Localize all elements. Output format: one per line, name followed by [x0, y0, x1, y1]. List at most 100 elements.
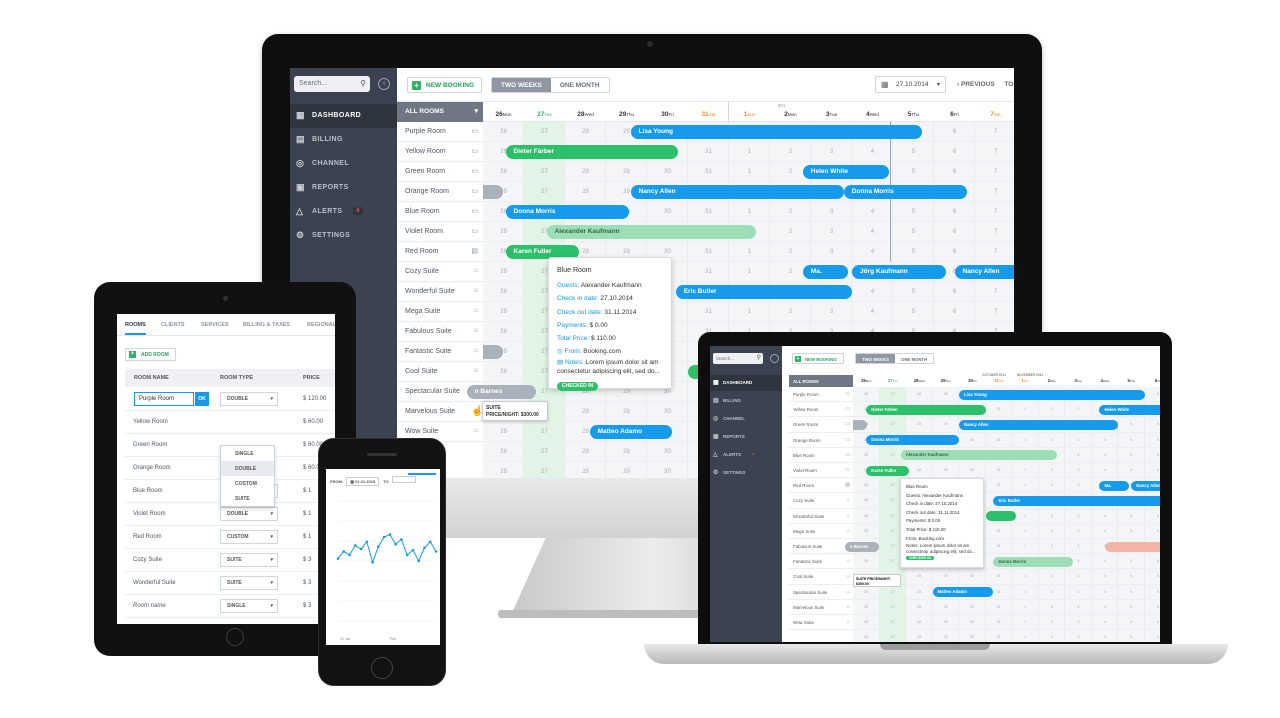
calendar-cell[interactable]: 26 [483, 162, 524, 182]
laptop-sidebar-item-channel[interactable]: ◎ CHANNEL [710, 411, 782, 427]
calendar-cell[interactable]: 28 [565, 182, 606, 202]
calendar-cell[interactable]: 6 [1144, 554, 1160, 570]
booking-bar[interactable]: Donna Morris [505, 205, 629, 219]
calendar-cell[interactable]: 31 [985, 524, 1012, 539]
calendar-cell[interactable]: 2 [770, 302, 811, 322]
calendar-cell[interactable]: 5 [893, 202, 934, 222]
dropdown-option-single[interactable]: SINGLE [221, 446, 274, 461]
calendar-cell[interactable]: 4 [1091, 433, 1118, 448]
calendar-cell[interactable]: 6 [934, 222, 975, 242]
room-name-input[interactable]: Purple Room [134, 392, 194, 406]
calendar-cell[interactable]: 6 [1144, 509, 1160, 524]
laptop-booking-bar-stub[interactable] [853, 419, 867, 430]
data-point[interactable] [371, 560, 374, 564]
one-month-tab[interactable]: ONE MONTH [551, 78, 609, 92]
table-row[interactable]: Purple Room OK DOUBLE ▾ $ 120.00 [125, 388, 335, 411]
previous-button[interactable]: ‹ PREVIOUS TO [957, 81, 1013, 88]
laptop-room-row[interactable]: Mega Suite ⌂ [789, 524, 853, 539]
data-point[interactable] [411, 548, 415, 552]
search-icon[interactable]: ⚲ [360, 79, 366, 88]
laptop-booking-bar-stub[interactable] [1104, 541, 1160, 552]
calendar-cell[interactable]: 6 [1144, 615, 1160, 631]
calendar-cell[interactable]: 1 [1012, 402, 1039, 418]
calendar-cell[interactable]: 31 [688, 242, 729, 262]
calendar-cell[interactable]: 26 [853, 554, 880, 570]
calendar-cell[interactable]: 6 [1144, 463, 1160, 479]
calendar-cell[interactable]: 5 [1118, 524, 1145, 539]
calendar-cell[interactable]: 4 [1091, 524, 1118, 539]
tab-services[interactable]: SERVICES [201, 322, 229, 328]
calendar-cell[interactable]: 28 [565, 402, 606, 422]
calendar-cell[interactable]: 3 [1065, 478, 1092, 494]
calendar-cell[interactable]: 30 [959, 569, 986, 585]
laptop-room-row[interactable]: Marvelous Suite ⌂ [789, 600, 853, 615]
data-point[interactable] [377, 545, 380, 548]
calendar-cell[interactable]: 27 [524, 182, 565, 202]
new-booking-button[interactable]: + NEW BOOKING [407, 77, 482, 93]
calendar-cell[interactable]: 5 [1118, 600, 1145, 615]
tab-clients[interactable]: CLIENTS [161, 322, 185, 328]
tab-billing-taxes[interactable]: BILLING & TAXES [243, 322, 290, 328]
calendar-cell[interactable]: 1 [1012, 600, 1039, 615]
collapse-sidebar-icon[interactable] [770, 354, 779, 363]
room-row[interactable]: Purple Room ▭ [397, 122, 483, 142]
calendar-cell[interactable]: 27 [880, 630, 907, 642]
calendar-cell[interactable]: 29 [932, 387, 959, 403]
calendar-cell[interactable]: 2 [1038, 433, 1065, 448]
laptop-booking-bar[interactable]: Nancy Allen [959, 419, 1118, 430]
calendar-cell[interactable]: 26 [483, 362, 524, 382]
calendar-cell[interactable]: 5 [1118, 554, 1145, 570]
laptop-room-row[interactable]: Orange Room ▭ [789, 433, 853, 448]
calendar-cell[interactable]: 3 [811, 202, 852, 222]
table-row[interactable]: Red Room CUSTOM ▾ $ 1 [125, 526, 335, 549]
calendar-cell[interactable]: 26 [853, 493, 880, 509]
calendar-cell[interactable]: 26 [853, 615, 880, 631]
calendar-cell[interactable]: 2 [1038, 600, 1065, 615]
calendar-cell[interactable]: 30 [959, 600, 986, 615]
checked-in-badge[interactable]: CHECKED IN [557, 382, 599, 392]
booking-bar[interactable]: Lisa Young [630, 125, 922, 139]
booking-bar[interactable]: Donna Morris [843, 185, 967, 199]
one-month-tab[interactable]: ONE MONTH [895, 354, 933, 363]
calendar-cell[interactable]: 31 [985, 569, 1012, 585]
booking-bar[interactable]: Alexander Kaufmann [546, 225, 756, 239]
laptop-all-rooms-filter[interactable]: ALL ROOMS [789, 375, 853, 387]
table-row[interactable]: Room name SINGLE ▾ $ 3 [125, 595, 335, 618]
calendar-cell[interactable]: 26 [483, 302, 524, 322]
laptop-room-row[interactable]: Red Room ▤ [789, 478, 853, 494]
laptop-new-booking-button[interactable]: + NEW BOOKING [792, 353, 844, 364]
room-row[interactable]: Blue Room ▭ [397, 202, 483, 222]
calendar-cell[interactable]: 29 [932, 463, 959, 479]
calendar-cell[interactable]: 7 [975, 202, 1014, 222]
calendar-cell[interactable]: 28 [565, 442, 606, 462]
calendar-cell[interactable]: 4 [852, 282, 893, 302]
booking-bar[interactable]: Helen White [802, 165, 889, 179]
sidebar-item-settings[interactable]: ⚙ SETTINGS [290, 224, 397, 248]
calendar-cell[interactable]: 26 [853, 524, 880, 539]
room-row[interactable]: Violet Room ▭ [397, 222, 483, 242]
calendar-cell[interactable]: 1 [1012, 569, 1039, 585]
calendar-cell[interactable]: 4 [1091, 509, 1118, 524]
calendar-cell[interactable]: 3 [1065, 463, 1092, 479]
booking-bar[interactable]: Nancy Allen [630, 185, 844, 199]
booking-bar[interactable]: n Barnes [466, 385, 537, 399]
laptop-search-input[interactable]: Search... ⚲ [713, 353, 763, 364]
calendar-cell[interactable]: 7 [975, 162, 1014, 182]
room-row[interactable]: Cozy Suite ⌂ [397, 262, 483, 282]
laptop-booking-bar-stub[interactable] [985, 511, 1016, 522]
calendar-cell[interactable]: 1 [1012, 463, 1039, 479]
calendar-cell[interactable]: 1 [1012, 433, 1039, 448]
calendar-cell[interactable]: 29 [932, 569, 959, 585]
calendar-cell[interactable]: 3 [811, 142, 852, 162]
calendar-cell[interactable]: 28 [906, 615, 933, 631]
calendar-cell[interactable]: 6 [1144, 524, 1160, 539]
room-type-select[interactable]: SUITE ▾ [220, 576, 278, 590]
laptop-sidebar-item-billing[interactable]: ▤ BILLING [710, 393, 782, 409]
calendar-cell[interactable]: 6 [1145, 630, 1161, 642]
calendar-cell[interactable]: 5 [893, 222, 934, 242]
calendar-cell[interactable]: 6 [1144, 585, 1160, 600]
calendar-cell[interactable]: 27 [879, 417, 906, 433]
calendar-cell[interactable]: 27 [524, 422, 565, 442]
calendar-cell[interactable]: 26 [483, 422, 524, 442]
calendar-cell[interactable]: 3 [1065, 585, 1092, 600]
